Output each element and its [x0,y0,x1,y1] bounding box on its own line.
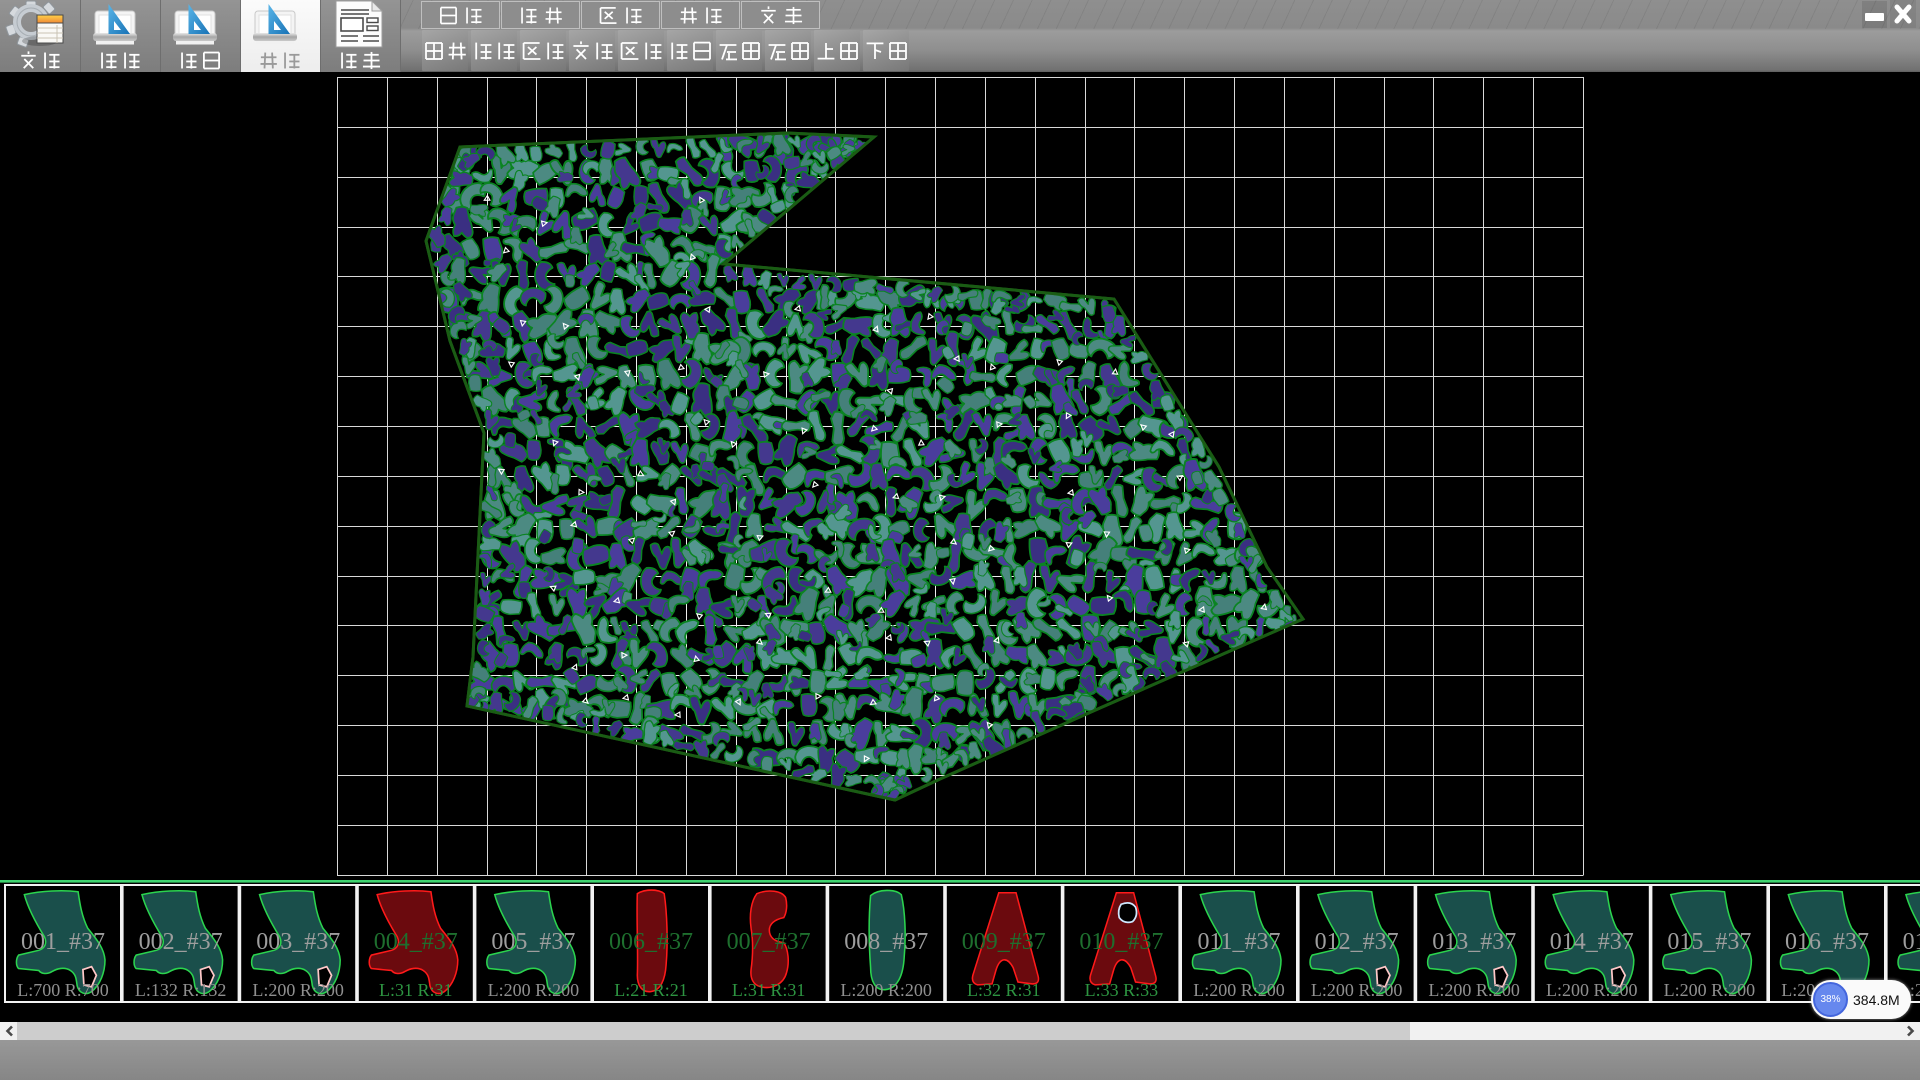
svg-text:003_#37: 003_#37 [256,929,340,955]
svg-text:002_#37: 002_#37 [139,929,223,955]
svg-text:011_#37: 011_#37 [1197,929,1280,955]
svg-text:005_#37: 005_#37 [491,929,575,955]
svg-text:L:200 R:200: L:200 R:200 [1193,980,1285,1000]
svg-text:016_#37: 016_#37 [1785,929,1869,955]
svg-text:007_#37: 007_#37 [727,929,811,955]
svg-text:L:200 R:200: L:200 R:200 [252,980,344,1000]
svg-text:L:31 R:31: L:31 R:31 [379,980,453,1000]
svg-text:014_#37: 014_#37 [1550,929,1634,955]
svg-text:L:200 R:200: L:200 R:200 [1546,980,1638,1000]
svg-text:L:200 R:200: L:200 R:200 [1311,980,1403,1000]
svg-text:L:132 R:132: L:132 R:132 [135,980,227,1000]
svg-text:004_#37: 004_#37 [374,929,458,955]
svg-text:009_#37: 009_#37 [962,929,1046,955]
svg-text:L:200 R:200: L:200 R:200 [1664,980,1756,1000]
svg-text:L:200 R:200: L:200 R:200 [840,980,932,1000]
svg-text:L:31 R:31: L:31 R:31 [732,980,806,1000]
svg-text:001_#37: 001_#37 [21,929,105,955]
svg-text:006_#37: 006_#37 [609,929,693,955]
svg-text:015_#37: 015_#37 [1667,929,1751,955]
svg-text:012_#37: 012_#37 [1315,929,1399,955]
svg-text:013_#37: 013_#37 [1432,929,1516,955]
svg-text:017_#37: 017_#37 [1903,929,1920,955]
svg-text:L:33 R:33: L:33 R:33 [1085,980,1159,1000]
svg-text:L:21 R:21: L:21 R:21 [614,980,688,1000]
svg-text:L:32 R:31: L:32 R:31 [967,980,1041,1000]
svg-text:L:700 R:700: L:700 R:700 [17,980,109,1000]
svg-text:010_#37: 010_#37 [1079,929,1163,955]
svg-text:L:200 R:200: L:200 R:200 [1428,980,1520,1000]
svg-text:L:200 R:200: L:200 R:200 [488,980,580,1000]
svg-text:008_#37: 008_#37 [844,929,928,955]
